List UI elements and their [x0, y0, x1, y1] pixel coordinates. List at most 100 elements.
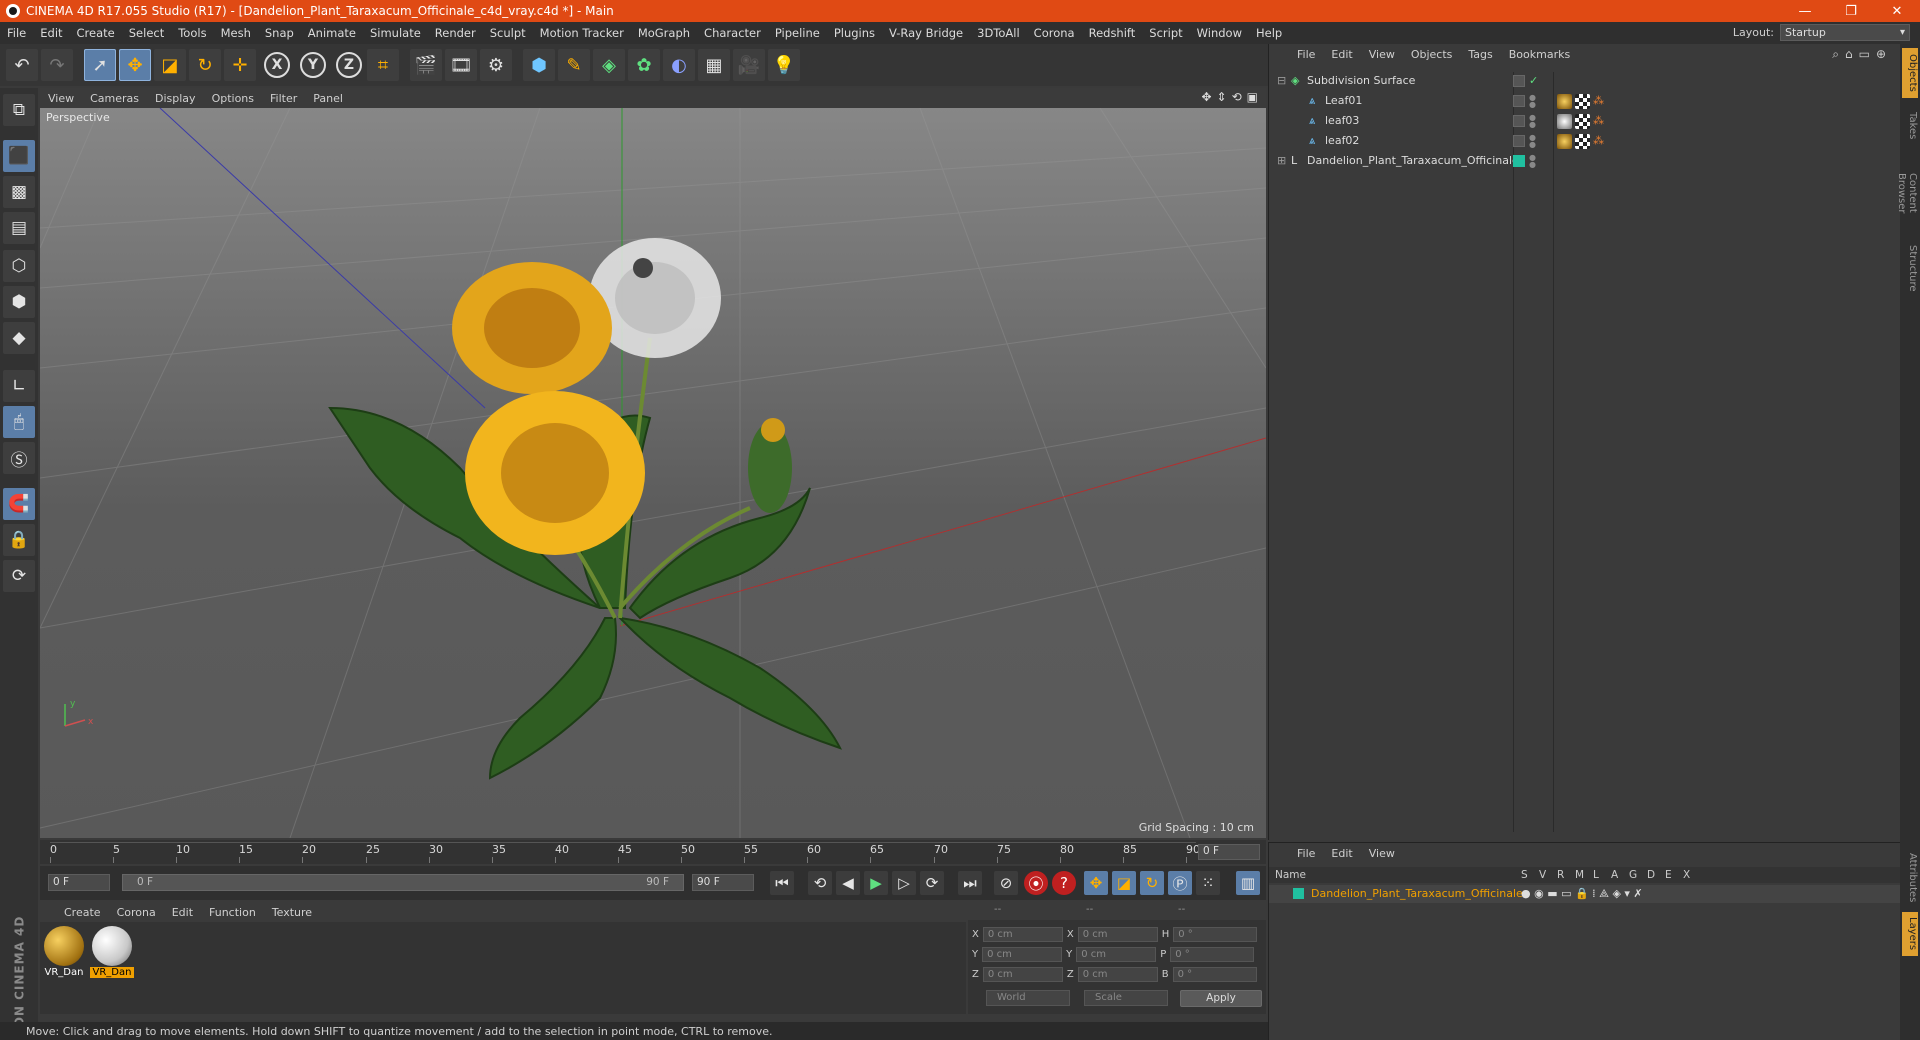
menu-file[interactable]: File [0, 26, 33, 40]
menu-render[interactable]: Render [428, 26, 483, 40]
expand-icon[interactable]: ⊟ [1277, 74, 1286, 87]
coord-field[interactable]: 0 cm [982, 947, 1063, 962]
menu-3dtoall[interactable]: 3DToAll [970, 26, 1027, 40]
tab-content-browser[interactable]: Content Browser [1896, 150, 1918, 236]
dots-icon[interactable]: ● ● [1529, 94, 1536, 109]
coord-field[interactable]: 0 cm [1077, 927, 1158, 942]
phong-tag-icon[interactable]: ⁂ [1593, 134, 1604, 147]
mat-menu-corona[interactable]: Corona [109, 906, 164, 919]
mat-menu-create[interactable]: Create [56, 906, 109, 919]
menu-create[interactable]: Create [70, 26, 122, 40]
tree-row[interactable]: ⊟ ◈ Subdivision Surface ✓ [1273, 72, 1899, 91]
menu-help[interactable]: Help [1249, 26, 1289, 40]
viewport-rotate-icon[interactable]: ⟲ [1232, 90, 1242, 104]
current-frame-field[interactable]: 0 F [1198, 844, 1260, 860]
model-mode-icon[interactable]: ⬛ [3, 140, 35, 172]
layer-color-icon[interactable] [1513, 155, 1525, 167]
render-view-icon[interactable]: 🎬 [410, 49, 442, 81]
layer-flags-icons[interactable]: ● ◉ ▬ ▭ 🔒 ⁞ ⟁ ◈ ▾ ✗ [1521, 887, 1643, 901]
key-position-icon[interactable]: ✥ [1084, 871, 1108, 895]
mat-menu-texture[interactable]: Texture [264, 906, 320, 919]
apply-button[interactable]: Apply [1180, 990, 1262, 1007]
light-icon[interactable]: 💡 [768, 49, 800, 81]
material-tag-icon[interactable] [1557, 94, 1572, 109]
obj-menu-tags[interactable]: Tags [1460, 48, 1500, 61]
key-rotation-icon[interactable]: ↻ [1140, 871, 1164, 895]
texture-mode-icon[interactable]: ▩ [3, 176, 35, 208]
make-editable-icon[interactable]: ⧉ [3, 94, 35, 126]
subdivision-icon[interactable]: ◈ [593, 49, 625, 81]
menu-window[interactable]: Window [1190, 26, 1249, 40]
axis-mode-icon[interactable]: ∟ [3, 370, 35, 402]
rotate-icon[interactable]: ↻ [189, 49, 221, 81]
goto-start-icon[interactable]: ⏮ [770, 871, 794, 895]
viewport-menu-filter[interactable]: Filter [262, 92, 305, 105]
play-icon[interactable]: ▶ [864, 871, 888, 895]
viewport-pan-icon[interactable]: ✥ [1201, 90, 1211, 104]
visibility-toggle[interactable] [1513, 75, 1525, 87]
record-keys-icon[interactable]: ⦿ [1024, 871, 1048, 895]
menu-select[interactable]: Select [122, 26, 171, 40]
coord-field[interactable]: 0 ° [1170, 947, 1255, 962]
close-button[interactable]: ✕ [1874, 0, 1920, 22]
menu-animate[interactable]: Animate [301, 26, 363, 40]
coord-field[interactable]: 0 cm [1076, 947, 1157, 962]
layer-menu-view[interactable]: View [1361, 847, 1403, 860]
camera-icon[interactable]: 🎥 [733, 49, 765, 81]
step-back-icon[interactable]: ◀ [836, 871, 860, 895]
dots-icon[interactable]: ● ● [1529, 154, 1536, 169]
obj-menu-file[interactable]: File [1289, 48, 1323, 61]
viewport-menu-options[interactable]: Options [204, 92, 262, 105]
scale-icon[interactable]: ◪ [154, 49, 186, 81]
mat-menu-function[interactable]: Function [201, 906, 264, 919]
uvw-tag-icon[interactable] [1575, 94, 1590, 109]
tree-row[interactable]: ⊞ L Dandelion_Plant_Taraxacum_Officinale… [1273, 152, 1899, 171]
layer-menu-edit[interactable]: Edit [1323, 847, 1360, 860]
menu-corona[interactable]: Corona [1027, 26, 1082, 40]
timeline-ticks[interactable]: 0 5 10 15 20 25 30 35 40 45 50 55 60 65 70 75 80 85 90 [50, 842, 1200, 863]
key-scale-icon[interactable]: ◪ [1112, 871, 1136, 895]
dots-icon[interactable]: ● ● [1529, 114, 1536, 129]
obj-menu-edit[interactable]: Edit [1323, 48, 1360, 61]
transform-icon[interactable]: ✛ [224, 49, 256, 81]
viewport-menu-view[interactable]: View [40, 92, 82, 105]
mat-menu-edit[interactable]: Edit [164, 906, 201, 919]
world-select[interactable]: World [986, 990, 1070, 1006]
tab-layers[interactable]: Layers [1902, 912, 1918, 956]
x-axis-icon[interactable]: X [264, 52, 290, 78]
workplane-icon[interactable]: ▤ [3, 212, 35, 244]
tab-attributes[interactable]: Attributes [1902, 848, 1918, 908]
prev-key-icon[interactable]: ⟲ [808, 871, 832, 895]
obj-menu-view[interactable]: View [1361, 48, 1403, 61]
menu-character[interactable]: Character [697, 26, 768, 40]
menu-mesh[interactable]: Mesh [214, 26, 258, 40]
undo-icon[interactable]: ↶ [6, 49, 38, 81]
enabled-check-icon[interactable]: ✓ [1529, 74, 1538, 87]
uvw-tag-icon[interactable] [1575, 134, 1590, 149]
deformer-icon[interactable]: ◐ [663, 49, 695, 81]
render-settings-icon[interactable]: ⚙ [480, 49, 512, 81]
viewport-maximize-icon[interactable]: ▣ [1247, 90, 1258, 104]
uvw-tag-icon[interactable] [1575, 114, 1590, 129]
menu-vray-bridge[interactable]: V-Ray Bridge [882, 26, 970, 40]
menu-plugins[interactable]: Plugins [827, 26, 882, 40]
scale-select[interactable]: Scale [1084, 990, 1168, 1006]
menu-edit[interactable]: Edit [33, 26, 69, 40]
layout-select[interactable]: Startup [1780, 24, 1910, 41]
phong-tag-icon[interactable]: ⁂ [1593, 94, 1604, 107]
obj-menu-bookmarks[interactable]: Bookmarks [1501, 48, 1578, 61]
search-icon[interactable]: ⌕ [1832, 47, 1839, 62]
layer-name[interactable]: Dandelion_Plant_Taraxacum_Officinale [1311, 887, 1523, 900]
visibility-toggle[interactable] [1513, 135, 1525, 147]
timeline-icon[interactable]: ▥ [1236, 871, 1260, 895]
start-frame-field[interactable]: 0 F [48, 874, 110, 891]
dots-icon[interactable]: ● ● [1529, 134, 1536, 149]
menu-redshift[interactable]: Redshift [1082, 26, 1143, 40]
material-tag-icon[interactable] [1557, 134, 1572, 149]
y-axis-icon[interactable]: Y [300, 52, 326, 78]
tab-structure[interactable]: Structure [1902, 240, 1918, 296]
tree-row[interactable]: ⩓ leaf03 ● ● ⁂ [1273, 112, 1899, 131]
tab-objects[interactable]: Objects [1902, 48, 1918, 98]
coord-field[interactable]: 0 cm [982, 967, 1063, 982]
end-frame-field[interactable]: 90 F [692, 874, 754, 891]
